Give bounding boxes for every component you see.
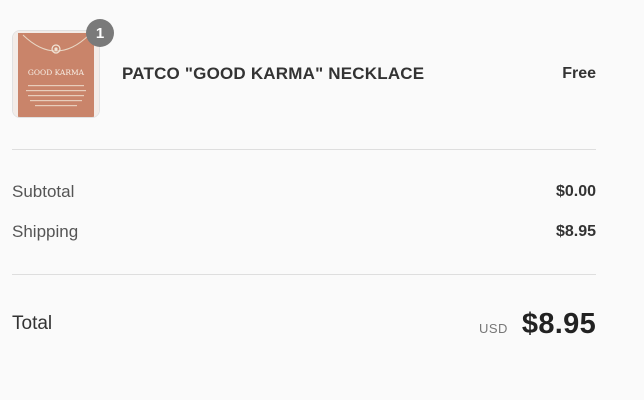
currency-code: USD [478, 320, 508, 336]
total-row: Total USD $8.95 [12, 302, 596, 346]
subtotal-value: $0.00 [555, 183, 596, 200]
order-summary: GOOD KARMA 1 PATCO "GOOD KARMA" NECKLACE… [0, 0, 644, 400]
total-label: Total [12, 313, 53, 334]
subtotal-row: Subtotal $0.00 [12, 182, 596, 202]
divider [12, 149, 596, 150]
shipping-value: $8.95 [555, 223, 596, 240]
necklace-card-image: GOOD KARMA [12, 30, 100, 118]
shipping-row: Shipping $8.95 [12, 222, 596, 242]
necklace-card-icon: GOOD KARMA [13, 31, 99, 117]
product-name: PATCO "GOOD KARMA" NECKLACE [122, 64, 425, 83]
total-amount: USD $8.95 [479, 308, 596, 341]
product-thumbnail: GOOD KARMA 1 [12, 19, 114, 118]
divider [12, 274, 596, 275]
svg-text:GOOD KARMA: GOOD KARMA [28, 68, 85, 77]
quantity-badge: 1 [86, 19, 114, 47]
product-price: Free [562, 65, 596, 82]
total-value: $8.95 [521, 307, 596, 340]
product-row: GOOD KARMA 1 PATCO "GOOD KARMA" NECKLACE… [12, 19, 596, 120]
shipping-label: Shipping [12, 222, 79, 241]
subtotal-label: Subtotal [12, 182, 75, 201]
